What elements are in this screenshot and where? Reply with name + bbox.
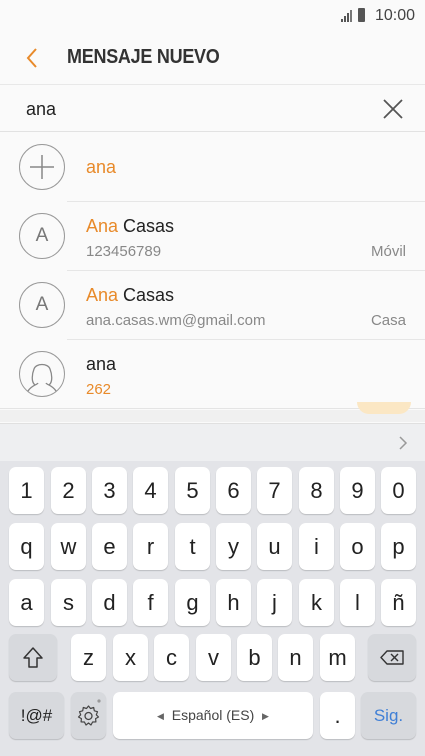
shift-icon [23,647,43,668]
key-r[interactable]: r [133,523,168,570]
background-content [0,402,425,422]
keyboard-suggestion-strip [0,423,425,461]
backspace-key[interactable] [368,634,416,681]
backspace-icon [380,650,404,665]
status-time: 10:00 [374,7,415,24]
period-key[interactable]: . [320,692,355,739]
key-w[interactable]: w [51,523,86,570]
suggestion-name: Ana Casas [86,285,175,305]
back-button[interactable] [20,44,48,72]
key-b[interactable]: b [237,634,272,681]
key-i[interactable]: i [299,523,334,570]
contact-suggestions: ana A Ana Casas 123456789 Móvil A Ana Ca… [0,133,425,409]
key-0[interactable]: 0 [381,467,416,514]
suggestion-contact[interactable]: ana 262 [0,340,425,409]
arrow-right-icon: ▶ [262,711,269,721]
clear-button[interactable] [381,97,405,121]
key-y[interactable]: y [216,523,251,570]
key-o[interactable]: o [340,523,375,570]
key-d[interactable]: d [92,579,127,626]
contact-avatar: A [19,213,65,259]
suggestion-type: Móvil [370,243,406,260]
signal-icon [341,10,355,22]
recipient-search [0,84,425,132]
key-3[interactable]: 3 [92,467,127,514]
key-h[interactable]: h [216,579,251,626]
suggestion-detail: 123456789 [86,243,162,260]
page-title: MENSAJE NUEVO [67,46,220,68]
gear-icon [77,699,101,726]
suggestion-name: ana [86,157,117,177]
key-g[interactable]: g [175,579,210,626]
suggestion-detail: 262 [86,381,112,398]
key-u[interactable]: u [257,523,292,570]
suggestion-contact[interactable]: A Ana Casas ana.casas.wm@gmail.com Casa [0,271,425,340]
keyboard: 1 2 3 4 5 6 7 8 9 0 q w e r t y u i o p … [0,461,425,756]
suggestion-type: Casa [370,312,406,329]
key-m[interactable]: m [320,634,355,681]
key-8[interactable]: 8 [299,467,334,514]
key-e[interactable]: e [92,523,127,570]
suggestion-name: Ana Casas [86,216,175,236]
language-label: Español (ES) [171,707,255,723]
key-k[interactable]: k [299,579,334,626]
key-a[interactable]: a [9,579,44,626]
expand-suggestions-button[interactable] [397,435,409,451]
space-key[interactable]: ◀ Español (ES) ▶ [113,692,313,739]
key-4[interactable]: 4 [133,467,168,514]
suggestion-detail: ana.casas.wm@gmail.com [86,312,266,329]
suggestion-add-number[interactable]: ana [0,133,425,202]
key-j[interactable]: j [257,579,292,626]
chevron-right-icon [399,436,408,450]
key-q[interactable]: q [9,523,44,570]
key-l[interactable]: l [340,579,375,626]
symbols-key[interactable]: !@# [9,692,64,739]
shift-key[interactable] [9,634,57,681]
next-key[interactable]: Sig. [361,692,416,739]
key-c[interactable]: c [154,634,189,681]
status-bar: 10:00 [0,0,425,32]
key-1[interactable]: 1 [9,467,44,514]
add-icon [19,144,65,190]
suggestion-contact[interactable]: A Ana Casas 123456789 Móvil [0,202,425,271]
key-z[interactable]: z [71,634,106,681]
chevron-left-icon [26,48,37,68]
key-2[interactable]: 2 [51,467,86,514]
key-s[interactable]: s [51,579,86,626]
key-v[interactable]: v [196,634,231,681]
suggestion-name: ana [86,354,117,374]
key-f[interactable]: f [133,579,168,626]
key-n-tilde[interactable]: ñ [381,579,416,626]
settings-key[interactable] [71,692,106,739]
recipient-input[interactable] [26,95,356,123]
key-t[interactable]: t [175,523,210,570]
arrow-left-icon: ◀ [157,711,164,721]
key-n[interactable]: n [278,634,313,681]
person-icon [19,351,65,397]
key-p[interactable]: p [381,523,416,570]
key-9[interactable]: 9 [340,467,375,514]
key-7[interactable]: 7 [257,467,292,514]
app-header: MENSAJE NUEVO [0,32,425,84]
battery-icon [358,8,365,22]
key-5[interactable]: 5 [175,467,210,514]
key-x[interactable]: x [113,634,148,681]
close-icon [383,99,403,119]
contact-avatar: A [19,282,65,328]
key-6[interactable]: 6 [216,467,251,514]
